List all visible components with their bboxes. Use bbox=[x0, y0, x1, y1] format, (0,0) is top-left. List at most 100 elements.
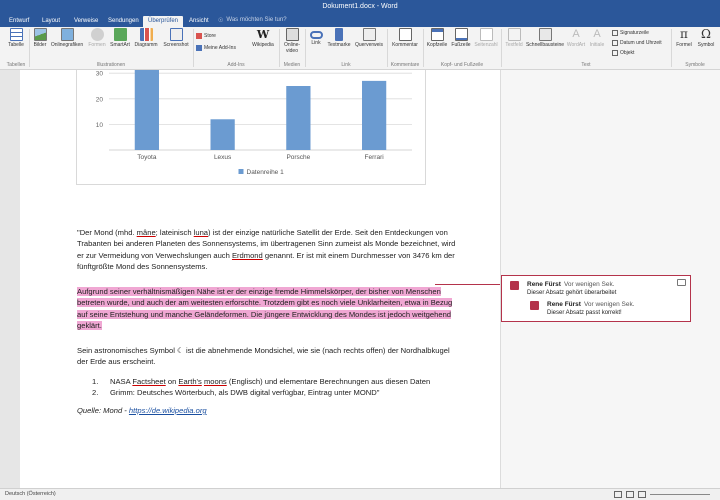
comment-text: Dieser Absatz gehört überarbeitet bbox=[527, 290, 617, 296]
date-time-label: Datum und Uhrzeit bbox=[620, 40, 662, 46]
paragraph-2-commented[interactable]: Aufgrund seiner verhältnismäßigen Nähe i… bbox=[77, 286, 455, 331]
chart[interactable]: 10203040ToyotaLexusPorscheFerrariDatenre… bbox=[76, 70, 426, 185]
chart-button[interactable]: Diagramm bbox=[132, 28, 160, 48]
quick-parts-icon bbox=[538, 28, 552, 41]
table-button[interactable]: Tabelle bbox=[4, 28, 28, 48]
chart-label: Diagramm bbox=[134, 42, 158, 48]
group-separator bbox=[279, 29, 280, 67]
source-line: Quelle: Mond - https://de.wikipedia.org bbox=[77, 406, 207, 415]
page-number-button[interactable]: Seitenzahl bbox=[473, 28, 499, 48]
quick-parts-label: Schnellbausteine bbox=[525, 42, 565, 48]
dropcap-icon: A bbox=[593, 28, 601, 40]
tab-ueberpruefen[interactable]: Überprüfen bbox=[143, 16, 184, 27]
group-addins: Add-Ins bbox=[227, 62, 245, 68]
bar-ferrari bbox=[362, 80, 387, 150]
bookmark-button[interactable]: Textmarke bbox=[325, 28, 353, 48]
spelling-earths[interactable]: Earth's bbox=[178, 377, 201, 386]
wikipedia-button[interactable]: W Wikipedia bbox=[250, 28, 276, 48]
comment-button[interactable]: Kommentar bbox=[389, 28, 421, 48]
symbol-label: Symbol bbox=[697, 42, 715, 48]
web-layout-icon[interactable] bbox=[638, 491, 646, 498]
online-video-label: Online-video bbox=[283, 42, 301, 54]
link-button[interactable]: Link bbox=[307, 28, 325, 46]
header-button[interactable]: Kopfzeile bbox=[425, 28, 449, 48]
dropcap-label: Initiale bbox=[589, 42, 605, 48]
tab-ansicht[interactable]: Ansicht bbox=[184, 16, 214, 27]
bookmark-icon bbox=[335, 28, 343, 41]
screenshot-button[interactable]: Screenshot bbox=[161, 28, 191, 48]
cross-reference-icon bbox=[362, 28, 376, 41]
source-link[interactable]: https://de.wikipedia.org bbox=[129, 406, 207, 415]
quick-parts-button[interactable]: Schnellbausteine bbox=[525, 28, 565, 48]
online-video-button[interactable]: Online-video bbox=[281, 28, 303, 54]
document-page[interactable]: 10203040ToyotaLexusPorscheFerrariDatenre… bbox=[20, 70, 500, 488]
reply-icon[interactable] bbox=[677, 279, 686, 286]
header-label: Kopfzeile bbox=[426, 42, 448, 48]
pictures-button[interactable]: Bilder bbox=[31, 28, 49, 48]
print-layout-icon[interactable] bbox=[626, 491, 634, 498]
commented-text[interactable]: Aufgrund seiner verhältnismäßigen Nähe i… bbox=[77, 287, 453, 330]
comment-thread[interactable]: Rene Fürst Vor wenigen Sek. Dieser Absatz… bbox=[501, 275, 691, 322]
spelling-mane[interactable]: mâne bbox=[137, 228, 156, 237]
smartart-button[interactable]: SmartArt bbox=[108, 28, 132, 48]
shapes-button[interactable]: Formen bbox=[86, 28, 108, 48]
list-item[interactable]: 2. Grimm: Deutsches Wörterbuch, als DWB d… bbox=[92, 387, 430, 398]
spelling-erdmond[interactable]: Erdmond bbox=[232, 251, 263, 260]
cross-reference-button[interactable]: Querverweis bbox=[353, 28, 385, 48]
screenshot-label: Screenshot bbox=[163, 42, 189, 48]
tab-sendungen[interactable]: Sendungen bbox=[103, 16, 144, 27]
group-text: Text bbox=[581, 62, 591, 68]
document-area: 10203040ToyotaLexusPorscheFerrariDatenre… bbox=[0, 70, 720, 488]
my-addins-button[interactable]: Meine Add-Ins bbox=[196, 45, 236, 51]
wordart-button[interactable]: A WordArt bbox=[565, 28, 587, 48]
online-pictures-icon bbox=[60, 28, 74, 41]
spelling-moons[interactable]: moons bbox=[204, 377, 227, 386]
spelling-luna[interactable]: luna bbox=[194, 228, 208, 237]
list-item[interactable]: 1. NASA Factsheet on Earth's moons (Engli… bbox=[92, 376, 430, 387]
textbox-icon bbox=[507, 28, 521, 41]
zoom-slider[interactable] bbox=[650, 494, 710, 495]
list-number: 2. bbox=[92, 388, 99, 397]
read-mode-icon[interactable] bbox=[614, 491, 622, 498]
author-name: Rene Fürst bbox=[547, 301, 581, 308]
paragraph-1[interactable]: "Der Mond (mhd. mâne; lateinisch luna) i… bbox=[77, 227, 457, 272]
bar-chart: 10203040ToyotaLexusPorscheFerrariDatenre… bbox=[96, 70, 412, 176]
tab-entwurf[interactable]: Entwurf bbox=[4, 16, 34, 27]
list-text: NASA bbox=[110, 377, 133, 386]
view-controls bbox=[614, 491, 710, 498]
tell-me-box[interactable]: ☉ Was möchten Sie tun? bbox=[218, 17, 287, 24]
tab-layout[interactable]: Layout bbox=[37, 16, 65, 27]
comment-time: Vor wenigen Sek. bbox=[583, 301, 635, 308]
online-pictures-button[interactable]: Onlinegrafiken bbox=[49, 28, 85, 48]
tab-verweise[interactable]: Verweise bbox=[69, 16, 103, 27]
legend-swatch bbox=[238, 169, 244, 174]
paragraph-3[interactable]: Sein astronomisches Symbol ☾ ist die abn… bbox=[77, 345, 457, 368]
group-kopf-fuss: Kopf- und Fußzeile bbox=[440, 62, 484, 68]
footer-button[interactable]: Fußzeile bbox=[449, 28, 473, 48]
comment-label: Kommentar bbox=[392, 42, 418, 48]
group-separator bbox=[423, 29, 424, 67]
x-tick-label: Toyota bbox=[137, 154, 157, 161]
lightbulb-icon: ☉ bbox=[218, 18, 224, 24]
spelling-factsheet[interactable]: Factsheet bbox=[132, 377, 165, 386]
group-separator bbox=[671, 29, 672, 67]
table-icon bbox=[9, 28, 23, 41]
reference-list: 1. NASA Factsheet on Earth's moons (Engli… bbox=[92, 376, 430, 398]
signature-line-button[interactable]: Signaturzeile bbox=[612, 30, 649, 36]
textbox-button[interactable]: Textfeld bbox=[503, 28, 525, 48]
equation-button[interactable]: π Formel bbox=[673, 28, 695, 49]
language-indicator[interactable]: Deutsch (Österreich) bbox=[5, 491, 56, 497]
list-text: (Englisch) und elementare Berechnungen a… bbox=[226, 377, 431, 386]
dropcap-button[interactable]: A Initiale bbox=[587, 28, 607, 48]
group-separator bbox=[501, 29, 502, 67]
header-icon bbox=[430, 28, 444, 41]
date-time-button[interactable]: Datum und Uhrzeit bbox=[612, 40, 662, 46]
store-button[interactable]: Store bbox=[196, 33, 216, 39]
symbol-button[interactable]: Ω Symbol bbox=[695, 28, 717, 49]
object-button[interactable]: Objekt bbox=[612, 50, 634, 56]
wikipedia-icon: W bbox=[256, 28, 270, 41]
x-tick-label: Lexus bbox=[214, 154, 232, 161]
video-icon bbox=[285, 28, 299, 41]
x-tick-label: Porsche bbox=[286, 154, 310, 161]
reply-text: Dieser Absatz passt korrekt! bbox=[547, 310, 622, 316]
